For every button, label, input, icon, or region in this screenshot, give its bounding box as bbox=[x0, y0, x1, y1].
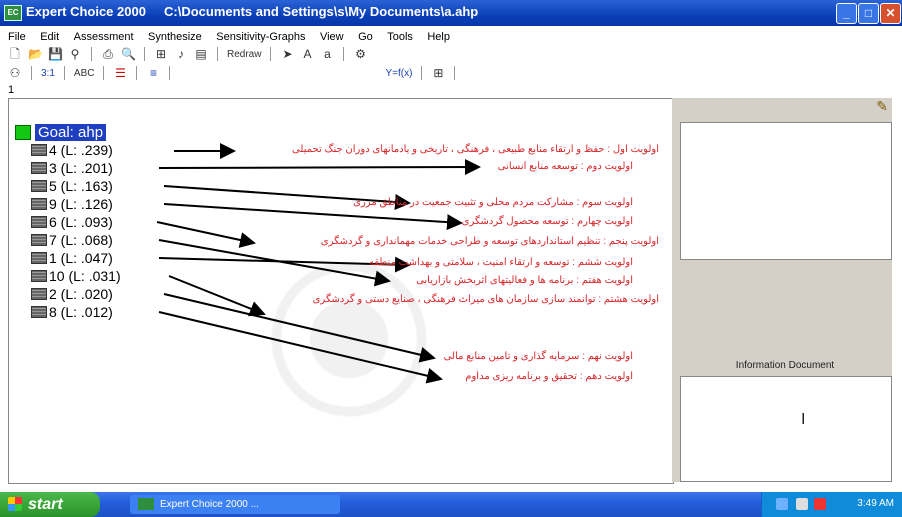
grid-icon[interactable]: ▤ bbox=[194, 47, 208, 61]
ratio-button[interactable]: 3:1 bbox=[41, 68, 55, 79]
menu-assessment[interactable]: Assessment bbox=[74, 31, 134, 43]
annotation-label: اولویت پنجم : تنظیم استانداردهای توسعه و… bbox=[320, 236, 659, 247]
toolbar-divider bbox=[217, 47, 218, 61]
toolbar-divider bbox=[31, 66, 32, 80]
toolbar-divider bbox=[144, 47, 145, 61]
menu-file[interactable]: File bbox=[8, 31, 26, 43]
tree-view-icon[interactable]: ⊞ bbox=[154, 47, 168, 61]
toolbar-divider bbox=[63, 66, 65, 80]
annotation-label: اولویت هشتم : توانمند سازی سازمان های می… bbox=[312, 294, 659, 305]
menu-view[interactable]: View bbox=[320, 31, 344, 43]
link-icon[interactable]: ⚲ bbox=[68, 47, 82, 61]
arrow-5 bbox=[156, 221, 256, 248]
network-icon[interactable] bbox=[776, 498, 788, 510]
toolbar-divider bbox=[421, 66, 423, 80]
system-tray: 3:49 AM bbox=[761, 492, 902, 517]
minimize-button[interactable]: _ bbox=[836, 3, 857, 24]
taskbar-app-label: Expert Choice 2000 ... bbox=[160, 499, 259, 510]
annotation-label: اولویت دهم : تحقیق و برنامه ریزی مداوم bbox=[465, 371, 633, 382]
maximize-button[interactable]: □ bbox=[858, 3, 879, 24]
binoculars-icon[interactable]: ⚇ bbox=[8, 66, 22, 80]
start-label: start bbox=[28, 496, 63, 513]
arrow-icon[interactable]: ➤ bbox=[280, 47, 294, 61]
information-document-label: Information Document bbox=[735, 360, 835, 371]
annotation-label: اولویت چهارم : توسعه محصول گردشگری bbox=[461, 216, 633, 227]
toolbar-divider bbox=[103, 66, 105, 80]
close-button[interactable]: ✕ bbox=[880, 3, 901, 24]
start-button[interactable]: start bbox=[0, 492, 100, 517]
abc-button[interactable]: ABC bbox=[74, 68, 95, 79]
menu-sensitivity-graphs[interactable]: Sensitivity-Graphs bbox=[216, 31, 305, 43]
toolbar-divider bbox=[136, 66, 138, 80]
toolbar-divider bbox=[270, 47, 272, 61]
menu-edit[interactable]: Edit bbox=[40, 31, 59, 43]
redraw-button[interactable]: Redraw bbox=[227, 49, 261, 60]
table-icon[interactable]: ⊞ bbox=[431, 66, 445, 80]
app-icon bbox=[138, 498, 154, 510]
wand-icon[interactable]: ✎ bbox=[876, 98, 888, 115]
bars-icon[interactable]: ☰ bbox=[113, 66, 127, 80]
menu-help[interactable]: Help bbox=[427, 31, 450, 43]
menu-bar: File Edit Assessment Synthesize Sensitiv… bbox=[8, 27, 460, 43]
toolbar-divider bbox=[454, 66, 456, 80]
align-icon[interactable]: ≡ bbox=[146, 66, 160, 80]
right-panel: ✎ Information Document I bbox=[680, 98, 892, 482]
toolbar-divider bbox=[91, 47, 92, 61]
annotation-label: اولویت سوم : مشارکت مردم محلی و تثبیت جم… bbox=[353, 197, 633, 208]
window-title: Expert Choice 2000 C:\Documents and Sett… bbox=[26, 4, 479, 19]
settings-icon[interactable]: ⚙ bbox=[353, 47, 367, 61]
pane-splitter[interactable] bbox=[672, 98, 680, 482]
save-icon[interactable]: 💾 bbox=[48, 47, 63, 61]
annotation-label: اولویت هفتم : برنامه ها و فعالیتهای اثرب… bbox=[416, 275, 633, 286]
volume-icon[interactable] bbox=[796, 498, 808, 510]
taskbar: start Expert Choice 2000 ... 3:49 AM bbox=[0, 492, 902, 517]
arrow-8 bbox=[168, 275, 266, 317]
assessment-toolbar: ⚇ 3:1 ABC ☰ ≡ Y=f(x) ⊞ bbox=[8, 64, 458, 82]
app-icon: EC bbox=[4, 5, 22, 21]
menu-go[interactable]: Go bbox=[358, 31, 373, 43]
taskbar-app-button[interactable]: Expert Choice 2000 ... bbox=[130, 495, 340, 514]
toolbar-divider bbox=[169, 66, 171, 80]
info-preview-pane[interactable] bbox=[680, 122, 892, 260]
print-icon[interactable]: ⎙ bbox=[101, 47, 115, 61]
annotation-label: اولویت اول : حفظ و ارتقاء منابع طبیعی ، … bbox=[292, 144, 659, 155]
title-bar: EC Expert Choice 2000 C:\Documents and S… bbox=[0, 0, 902, 26]
arrow-10 bbox=[158, 311, 443, 384]
annotation-label: اولویت ششم : توسعه و ارتقاء امنیت ، سلام… bbox=[369, 257, 633, 268]
annotation-label: اولویت دوم : توسعه منابع انسانی bbox=[497, 161, 633, 172]
open-folder-icon[interactable]: 📂 bbox=[28, 47, 43, 61]
security-icon[interactable] bbox=[814, 498, 826, 510]
arrow-2 bbox=[158, 159, 481, 176]
menu-synthesize[interactable]: Synthesize bbox=[148, 31, 202, 43]
row-number: 1 bbox=[8, 84, 15, 96]
windows-logo-icon bbox=[8, 497, 22, 511]
hierarchy-pane[interactable]: Goal: ahp 4 (L: .239) 3 (L: .201) 5 (L: … bbox=[8, 98, 674, 484]
formula-button[interactable]: Y=f(x) bbox=[385, 68, 412, 79]
toolbar-divider bbox=[343, 47, 345, 61]
menu-tools[interactable]: Tools bbox=[387, 31, 413, 43]
new-file-icon[interactable]: 🗋 bbox=[8, 47, 22, 61]
information-document-editor[interactable]: I bbox=[680, 376, 892, 482]
print-preview-icon[interactable]: 🔍 bbox=[121, 47, 136, 61]
font-smaller-icon[interactable]: a bbox=[320, 47, 334, 61]
music-note-icon[interactable]: ♪ bbox=[174, 47, 188, 61]
font-larger-icon[interactable]: A bbox=[300, 47, 314, 61]
main-toolbar: 🗋 📂 💾 ⚲ ⎙ 🔍 ⊞ ♪ ▤ Redraw ➤ A a ⚙ bbox=[8, 45, 367, 63]
text-cursor-icon: I bbox=[801, 411, 806, 428]
annotation-label: اولویت نهم : سرمایه گذاری و تامین منابع … bbox=[443, 351, 633, 362]
annotation-arrows bbox=[156, 143, 481, 384]
clock: 3:49 AM bbox=[857, 498, 894, 509]
